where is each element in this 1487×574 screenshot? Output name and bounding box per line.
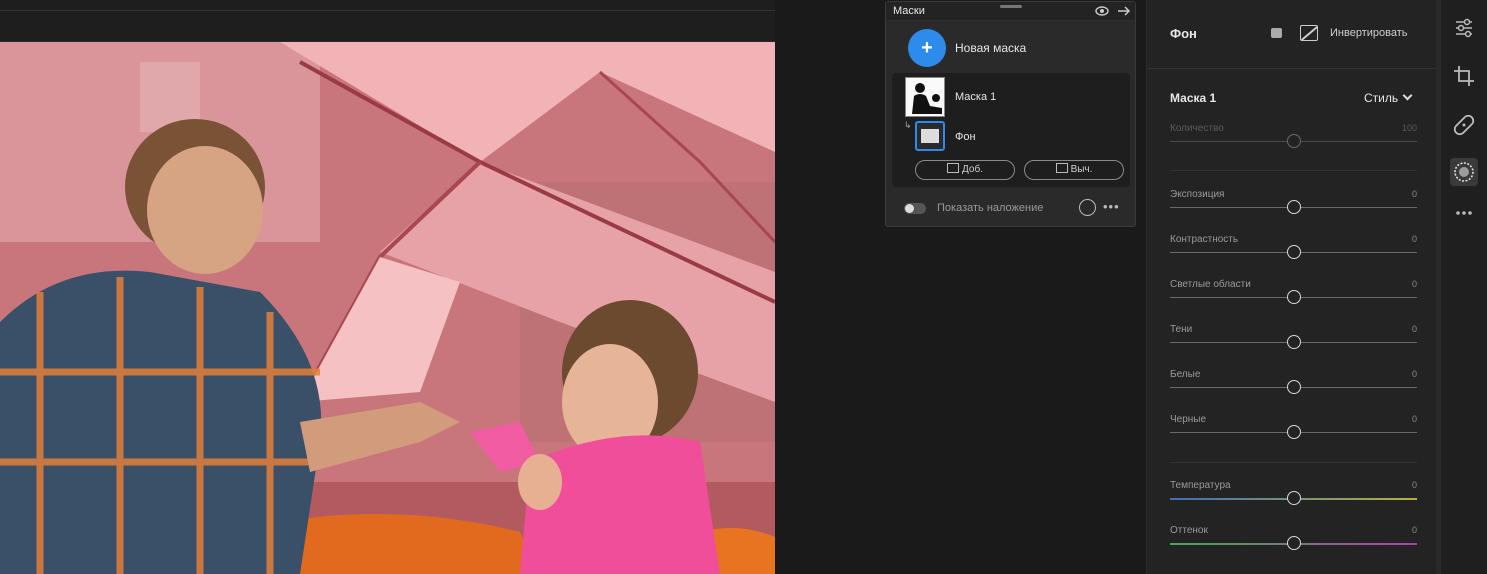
photo-image bbox=[0, 42, 775, 574]
add-mask-icon bbox=[947, 163, 960, 173]
subtract-button[interactable]: Выч. bbox=[1024, 160, 1124, 180]
add-button[interactable]: Доб. bbox=[915, 160, 1015, 180]
canvas-header bbox=[0, 0, 775, 42]
properties-title: Фон bbox=[1170, 26, 1197, 41]
blacks-slider[interactable]: Черные 0 bbox=[1170, 414, 1417, 444]
slider-value[interactable]: 0 bbox=[1412, 414, 1417, 424]
slider-value[interactable]: 100 bbox=[1402, 123, 1417, 133]
style-dropdown-label: Стиль bbox=[1364, 91, 1399, 105]
sliders-icon[interactable] bbox=[1450, 14, 1478, 42]
mask-card[interactable]: Маска 1 ↳ Фон Доб. Выч. bbox=[892, 73, 1130, 187]
amount-slider[interactable]: Количество 100 bbox=[1170, 123, 1417, 153]
slider-knob[interactable] bbox=[1287, 335, 1301, 349]
slider-label: Тени bbox=[1170, 324, 1193, 335]
show-overlay-label: Показать наложение bbox=[937, 202, 1044, 214]
chevron-down-icon bbox=[1402, 90, 1413, 101]
submask-connector-icon: ↳ bbox=[904, 120, 912, 130]
more-options-icon[interactable]: ••• bbox=[1103, 199, 1120, 214]
tint-slider[interactable]: Оттенок 0 bbox=[1170, 525, 1417, 555]
mask-thumbnail[interactable] bbox=[905, 77, 945, 117]
slider-label: Температура bbox=[1170, 480, 1231, 491]
slider-knob[interactable] bbox=[1287, 380, 1301, 394]
slider-knob[interactable] bbox=[1287, 491, 1301, 505]
mask-name[interactable]: Маска 1 bbox=[955, 91, 996, 103]
divider bbox=[1170, 462, 1417, 463]
mask-properties-panel: Фон Инвертировать Маска 1 Стиль Количест… bbox=[1146, 0, 1437, 574]
overlay-color-swatch[interactable] bbox=[1079, 199, 1096, 216]
mask-silhouette-icon bbox=[906, 78, 944, 116]
highlights-slider[interactable]: Светлые области 0 bbox=[1170, 279, 1417, 309]
collapse-arrow-icon[interactable] bbox=[1117, 5, 1131, 17]
invert-button[interactable]: Инвертировать bbox=[1330, 27, 1407, 39]
slider-knob[interactable] bbox=[1287, 425, 1301, 439]
masking-icon[interactable] bbox=[1450, 158, 1478, 186]
slider-knob[interactable] bbox=[1287, 290, 1301, 304]
slider-value[interactable]: 0 bbox=[1412, 189, 1417, 199]
slider-value[interactable]: 0 bbox=[1412, 279, 1417, 289]
slider-knob[interactable] bbox=[1287, 200, 1301, 214]
invert-icon[interactable] bbox=[1300, 25, 1318, 41]
slider-value[interactable]: 0 bbox=[1412, 369, 1417, 379]
crop-icon[interactable] bbox=[1450, 62, 1478, 90]
style-dropdown[interactable]: Стиль bbox=[1364, 90, 1413, 105]
app-window: Маски + Новая маска Маска 1 ↳ Фон Доб. В… bbox=[0, 0, 1487, 574]
slider-knob[interactable] bbox=[1287, 536, 1301, 550]
slider-label: Светлые области bbox=[1170, 279, 1251, 290]
more-icon[interactable] bbox=[1450, 199, 1478, 227]
slider-label: Экспозиция bbox=[1170, 189, 1225, 200]
comment-icon[interactable] bbox=[1271, 28, 1282, 38]
slider-label: Количество bbox=[1170, 123, 1224, 134]
slider-value[interactable]: 0 bbox=[1412, 234, 1417, 244]
slider-label: Контрастность bbox=[1170, 234, 1239, 245]
slider-knob[interactable] bbox=[1287, 134, 1301, 148]
contrast-slider[interactable]: Контрастность 0 bbox=[1170, 234, 1417, 264]
subtract-button-label: Выч. bbox=[1070, 164, 1093, 175]
tool-strip bbox=[1440, 0, 1487, 574]
add-button-label: Доб. bbox=[962, 164, 983, 175]
whites-slider[interactable]: Белые 0 bbox=[1170, 369, 1417, 399]
properties-header: Фон Инвертировать bbox=[1147, 0, 1437, 69]
slider-knob[interactable] bbox=[1287, 245, 1301, 259]
slider-value[interactable]: 0 bbox=[1412, 480, 1417, 490]
new-mask-label[interactable]: Новая маска bbox=[955, 41, 1026, 55]
masks-panel-title: Маски bbox=[893, 5, 925, 17]
shadows-slider[interactable]: Тени 0 bbox=[1170, 324, 1417, 354]
divider bbox=[1170, 170, 1417, 171]
new-mask-button[interactable]: + bbox=[908, 29, 946, 67]
submask-name[interactable]: Фон bbox=[955, 131, 976, 143]
mask-section-title: Маска 1 bbox=[1170, 91, 1217, 105]
slider-label: Оттенок bbox=[1170, 525, 1208, 536]
healing-icon[interactable] bbox=[1450, 111, 1478, 139]
slider-value[interactable]: 0 bbox=[1412, 324, 1417, 334]
slider-value[interactable]: 0 bbox=[1412, 525, 1417, 535]
photo-canvas[interactable] bbox=[0, 42, 775, 574]
panel-drag-handle[interactable] bbox=[1000, 5, 1022, 8]
masks-panel-header[interactable]: Маски bbox=[886, 2, 1135, 21]
exposure-slider[interactable]: Экспозиция 0 bbox=[1170, 189, 1417, 219]
show-overlay-toggle[interactable] bbox=[904, 203, 926, 214]
eye-icon[interactable] bbox=[1095, 5, 1109, 17]
slider-label: Белые bbox=[1170, 369, 1201, 380]
slider-label: Черные bbox=[1170, 414, 1207, 425]
submask-thumbnail[interactable] bbox=[915, 121, 945, 151]
temperature-slider[interactable]: Температура 0 bbox=[1170, 480, 1417, 510]
masks-panel: Маски + Новая маска Маска 1 ↳ Фон Доб. В… bbox=[885, 1, 1136, 227]
subtract-mask-icon bbox=[1055, 163, 1068, 173]
